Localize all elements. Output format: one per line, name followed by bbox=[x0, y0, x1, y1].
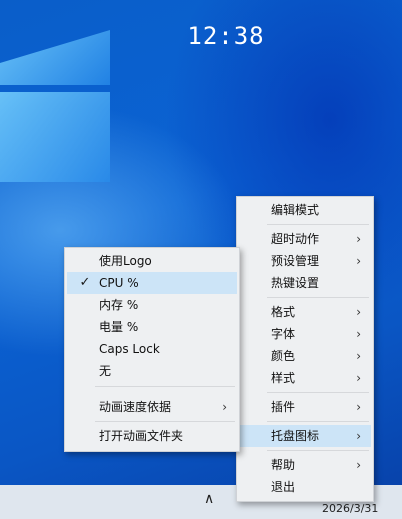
menu-item-edit-mode[interactable]: 编辑模式 bbox=[239, 199, 371, 221]
menu-item-help[interactable]: 帮助 › bbox=[239, 454, 371, 476]
checkmark-icon: ✓ bbox=[79, 275, 91, 290]
submenu-item-open-animation-folder[interactable]: 打开动画文件夹 bbox=[67, 425, 237, 447]
submenu-item-animation-speed-basis[interactable]: 动画速度依据 › bbox=[67, 396, 237, 418]
chevron-right-icon: › bbox=[356, 371, 361, 385]
chevron-right-icon: › bbox=[356, 254, 361, 268]
menu-item-hotkey-settings[interactable]: 热键设置 bbox=[239, 272, 371, 294]
submenu-item-battery[interactable]: 电量 % bbox=[67, 316, 237, 338]
submenu-item-none[interactable]: 无 bbox=[67, 360, 237, 382]
submenu-item-use-logo[interactable]: 使用Logo bbox=[67, 250, 237, 272]
taskbar-date[interactable]: 2026/3/31 bbox=[322, 502, 378, 515]
chevron-right-icon: › bbox=[356, 305, 361, 319]
chevron-right-icon: › bbox=[356, 400, 361, 414]
menu-item-exit[interactable]: 退出 bbox=[239, 476, 371, 498]
menu-separator bbox=[267, 392, 369, 393]
chevron-right-icon: › bbox=[222, 400, 227, 414]
show-hidden-icons-button[interactable]: ∧ bbox=[204, 491, 214, 507]
chevron-right-icon: › bbox=[356, 458, 361, 472]
tray-icon-submenu: 使用Logo ✓ CPU % 内存 % 电量 % Caps Lock 无 动画速… bbox=[64, 247, 240, 452]
menu-item-timeout-action[interactable]: 超时动作 › bbox=[239, 228, 371, 250]
submenu-item-cpu[interactable]: ✓ CPU % bbox=[67, 272, 237, 294]
tray-context-menu: 编辑模式 超时动作 › 预设管理 › 热键设置 格式 › 字体 › 颜色 › 样… bbox=[236, 196, 374, 502]
menu-item-plugins[interactable]: 插件 › bbox=[239, 396, 371, 418]
submenu-item-caps-lock[interactable]: Caps Lock bbox=[67, 338, 237, 360]
menu-separator bbox=[95, 421, 235, 422]
menu-separator bbox=[267, 297, 369, 298]
menu-item-color[interactable]: 颜色 › bbox=[239, 345, 371, 367]
menu-item-format[interactable]: 格式 › bbox=[239, 301, 371, 323]
chevron-right-icon: › bbox=[356, 429, 361, 443]
menu-separator bbox=[267, 224, 369, 225]
desktop-clock: 12:38 bbox=[187, 22, 265, 50]
menu-separator bbox=[95, 386, 235, 387]
menu-item-style[interactable]: 样式 › bbox=[239, 367, 371, 389]
submenu-item-memory[interactable]: 内存 % bbox=[67, 294, 237, 316]
menu-item-preset-management[interactable]: 预设管理 › bbox=[239, 250, 371, 272]
menu-separator bbox=[267, 421, 369, 422]
window-logo-pane-bottom bbox=[0, 92, 110, 182]
menu-item-font[interactable]: 字体 › bbox=[239, 323, 371, 345]
window-logo-pane-top bbox=[0, 30, 110, 85]
chevron-right-icon: › bbox=[356, 349, 361, 363]
menu-separator bbox=[267, 450, 369, 451]
chevron-right-icon: › bbox=[356, 327, 361, 341]
menu-item-tray-icon[interactable]: 托盘图标 › bbox=[239, 425, 371, 447]
chevron-right-icon: › bbox=[356, 232, 361, 246]
